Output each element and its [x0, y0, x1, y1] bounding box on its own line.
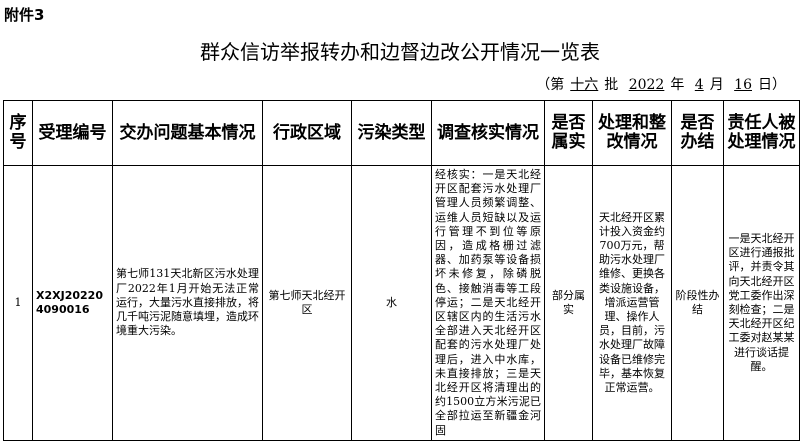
cell-seq: 1 — [3, 165, 33, 441]
cell-issue: 第七师131天北新区污水处理厂2022年1月开始无法正常运行，大量污水直接排放，… — [112, 165, 263, 441]
header-concluded: 是否办结 — [671, 100, 724, 166]
header-issue: 交办问题基本情况 — [112, 100, 263, 166]
batch-info: （第 十六批 2022 年 4月 16 日） — [536, 74, 786, 94]
report-table: 序号 受理编号 交办问题基本情况 行政区域 污染类型 调查核实情况 是否属实 处… — [3, 100, 800, 441]
batch-day: 16 — [734, 77, 752, 93]
header-investigation: 调查核实情况 — [431, 100, 545, 166]
cell-region: 第七师天北经开区 — [262, 165, 352, 441]
day-word: 日） — [758, 77, 786, 93]
cell-pollution-type: 水 — [351, 165, 432, 441]
cell-receipt-no: X2XJ202204090016 — [32, 165, 113, 441]
cell-handling: 天北经开区累计投入资金约700万元，帮助污水处理厂维修、更换各类设施设备，增派运… — [592, 165, 672, 441]
month-word: 月 — [709, 77, 724, 93]
cell-is-true: 部分属实 — [544, 165, 593, 441]
header-seq: 序号 — [3, 100, 33, 166]
table-row: 1 X2XJ202204090016 第七师131天北新区污水处理厂2022年1… — [3, 165, 800, 441]
header-receipt-no: 受理编号 — [32, 100, 113, 166]
batch-month: 4 — [694, 77, 704, 93]
attachment-label: 附件3 — [4, 6, 45, 24]
header-row: 序号 受理编号 交办问题基本情况 行政区域 污染类型 调查核实情况 是否属实 处… — [3, 100, 800, 166]
batch-word: 批 — [604, 77, 619, 93]
page-title: 群众信访举报转办和边督边改公开情况一览表 — [200, 40, 600, 64]
cell-concluded: 阶段性办结 — [671, 165, 724, 441]
batch-number: 十六 — [570, 77, 599, 93]
header-is-true: 是否属实 — [544, 100, 593, 166]
header-pollution-type: 污染类型 — [351, 100, 432, 166]
header-accountability: 责任人被处理情况 — [723, 100, 800, 166]
year-word: 年 — [670, 77, 685, 93]
cell-accountability: 一是天北经开区进行通报批评，并责令其向天北经开区党工委作出深刻检查；二是天北经开… — [723, 165, 800, 441]
batch-year: 2022 — [628, 77, 665, 93]
batch-prefix: （第 — [536, 77, 565, 93]
cell-investigation: 经核实：一是天北经开区配套污水处理厂管理人员频繁调整、运维人员短缺以及运行管理不… — [431, 165, 545, 441]
header-handling: 处理和整改情况 — [592, 100, 672, 166]
header-region: 行政区域 — [262, 100, 352, 166]
